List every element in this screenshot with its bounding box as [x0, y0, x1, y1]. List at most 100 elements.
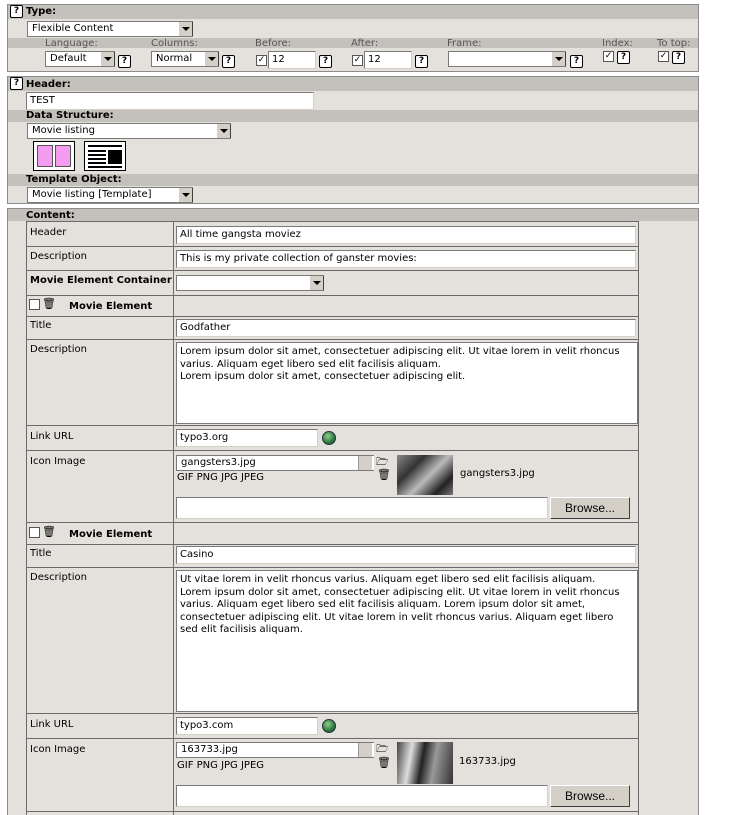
chevron-down-icon: [178, 188, 193, 202]
image-thumbnail: [397, 742, 453, 784]
content-label: Content:: [26, 210, 75, 221]
field-label-description: Description: [30, 251, 87, 262]
layout-two-column-icon[interactable]: [33, 141, 75, 171]
browse-button[interactable]: Browse...: [550, 497, 630, 519]
element-title-input[interactable]: Godfather: [176, 319, 636, 337]
help-icon[interactable]: ?: [570, 55, 583, 68]
frame-label: Frame:: [447, 38, 482, 49]
help-icon[interactable]: ?: [319, 55, 332, 68]
element-title-input[interactable]: Casino: [176, 546, 636, 564]
file-types-label: GIF PNG JPG JPEG: [177, 472, 265, 483]
language-select[interactable]: Default: [45, 51, 115, 67]
element-description-textarea[interactable]: Lorem ipsum dolor sit amet, consectetuer…: [176, 342, 638, 424]
content-bar: [8, 209, 698, 221]
header-input[interactable]: TEST: [26, 92, 314, 110]
element-heading: Movie Element: [69, 529, 153, 540]
element-select-checkbox[interactable]: [29, 299, 40, 310]
grid-divider: [173, 221, 174, 815]
help-icon[interactable]: ?: [617, 51, 630, 64]
browse-button[interactable]: Browse...: [550, 785, 630, 807]
frame-select[interactable]: [448, 51, 566, 67]
after-label: After:: [351, 38, 379, 49]
image-thumbnail: [397, 455, 453, 495]
field-label-container: Movie Element Container: [30, 275, 172, 286]
totop-label: To top:: [657, 38, 691, 49]
data-structure-select[interactable]: Movie listing: [27, 123, 231, 139]
data-structure-select-value: Movie listing: [32, 125, 95, 136]
field-label-link-url: Link URL: [30, 719, 74, 730]
index-label: Index:: [602, 38, 633, 49]
help-icon[interactable]: ?: [672, 51, 685, 64]
thumbnail-caption: gangsters3.jpg: [460, 468, 535, 479]
data-structure-label: Data Structure:: [26, 110, 114, 121]
element-link-input[interactable]: typo3.org: [176, 429, 318, 447]
language-label: Language:: [45, 38, 98, 49]
type-bar: [8, 5, 698, 19]
type-select[interactable]: Flexible Content: [27, 21, 193, 37]
template-object-select[interactable]: Movie listing [Template]: [27, 187, 193, 203]
chevron-down-icon: [100, 52, 115, 66]
content-header-input[interactable]: All time gangsta moviez: [176, 226, 636, 244]
after-input[interactable]: 12: [364, 51, 412, 69]
chevron-down-icon: [551, 52, 566, 66]
element-upload-input[interactable]: [176, 497, 548, 519]
type-select-value: Flexible Content: [32, 23, 114, 34]
template-object-label: Template Object:: [26, 174, 122, 185]
file-types-label: GIF PNG JPG JPEG: [177, 760, 265, 771]
field-label-description: Description: [30, 572, 87, 583]
header-bar: [8, 77, 698, 91]
content-description-input[interactable]: This is my private collection of ganster…: [176, 250, 636, 268]
trash-icon[interactable]: 🗑: [42, 297, 56, 310]
element-description-textarea[interactable]: Ut vitae lorem in velit rhoncus varius. …: [176, 570, 638, 712]
file-list-scroll[interactable]: [358, 743, 372, 757]
trash-icon[interactable]: 🗑: [377, 756, 391, 769]
trash-icon[interactable]: 🗑: [42, 525, 56, 538]
file-list-scroll[interactable]: [358, 456, 372, 470]
field-label-icon-image: Icon Image: [30, 456, 86, 467]
element-file-list[interactable]: 163733.jpg: [176, 742, 374, 758]
thumbnail-caption: 163733.jpg: [459, 756, 516, 767]
language-select-value: Default: [50, 53, 87, 64]
element-upload-input[interactable]: [176, 785, 548, 807]
chevron-down-icon: [216, 124, 231, 138]
header-panel: ? Header: TEST Data Structure: Movie lis…: [7, 76, 699, 204]
columns-label: Columns:: [151, 38, 198, 49]
element-heading: Movie Element: [69, 301, 153, 312]
field-label-title: Title: [30, 548, 52, 559]
element-file-list[interactable]: gangsters3.jpg: [176, 455, 374, 471]
chevron-down-icon: [309, 276, 324, 290]
help-icon[interactable]: ?: [118, 55, 131, 68]
chevron-down-icon: [178, 22, 193, 36]
after-checkbox[interactable]: ✓: [352, 55, 363, 66]
element-file-list-value: 163733.jpg: [181, 744, 238, 755]
chevron-down-icon: [204, 52, 219, 66]
template-object-select-value: Movie listing [Template]: [32, 189, 152, 200]
help-icon[interactable]: ?: [10, 5, 23, 18]
link-wizard-icon[interactable]: [322, 719, 336, 733]
container-select[interactable]: [176, 275, 324, 291]
field-label-title: Title: [30, 320, 52, 331]
field-label-link-url: Link URL: [30, 431, 74, 442]
before-input[interactable]: 12: [268, 51, 316, 69]
field-label-description: Description: [30, 344, 87, 355]
help-icon[interactable]: ?: [10, 77, 23, 90]
element-file-list-value: gangsters3.jpg: [181, 457, 256, 468]
link-wizard-icon[interactable]: [322, 431, 336, 445]
header-label: Header:: [26, 79, 71, 90]
help-icon[interactable]: ?: [415, 55, 428, 68]
type-panel: ? Type: Flexible Content Language: Defau…: [7, 4, 699, 72]
index-checkbox[interactable]: ✓: [603, 51, 614, 62]
totop-checkbox[interactable]: ✓: [658, 51, 669, 62]
help-icon[interactable]: ?: [222, 55, 235, 68]
before-label: Before:: [255, 38, 292, 49]
trash-icon[interactable]: 🗑: [377, 468, 391, 481]
element-select-checkbox[interactable]: [29, 527, 40, 538]
type-label: Type:: [26, 6, 57, 17]
element-link-input[interactable]: typo3.com: [176, 717, 318, 735]
layout-listing-icon[interactable]: [84, 141, 126, 171]
columns-select[interactable]: Normal: [151, 51, 219, 67]
before-checkbox[interactable]: ✓: [256, 55, 267, 66]
columns-select-value: Normal: [156, 53, 193, 64]
field-label-icon-image: Icon Image: [30, 744, 86, 755]
field-label-header: Header: [30, 227, 67, 238]
